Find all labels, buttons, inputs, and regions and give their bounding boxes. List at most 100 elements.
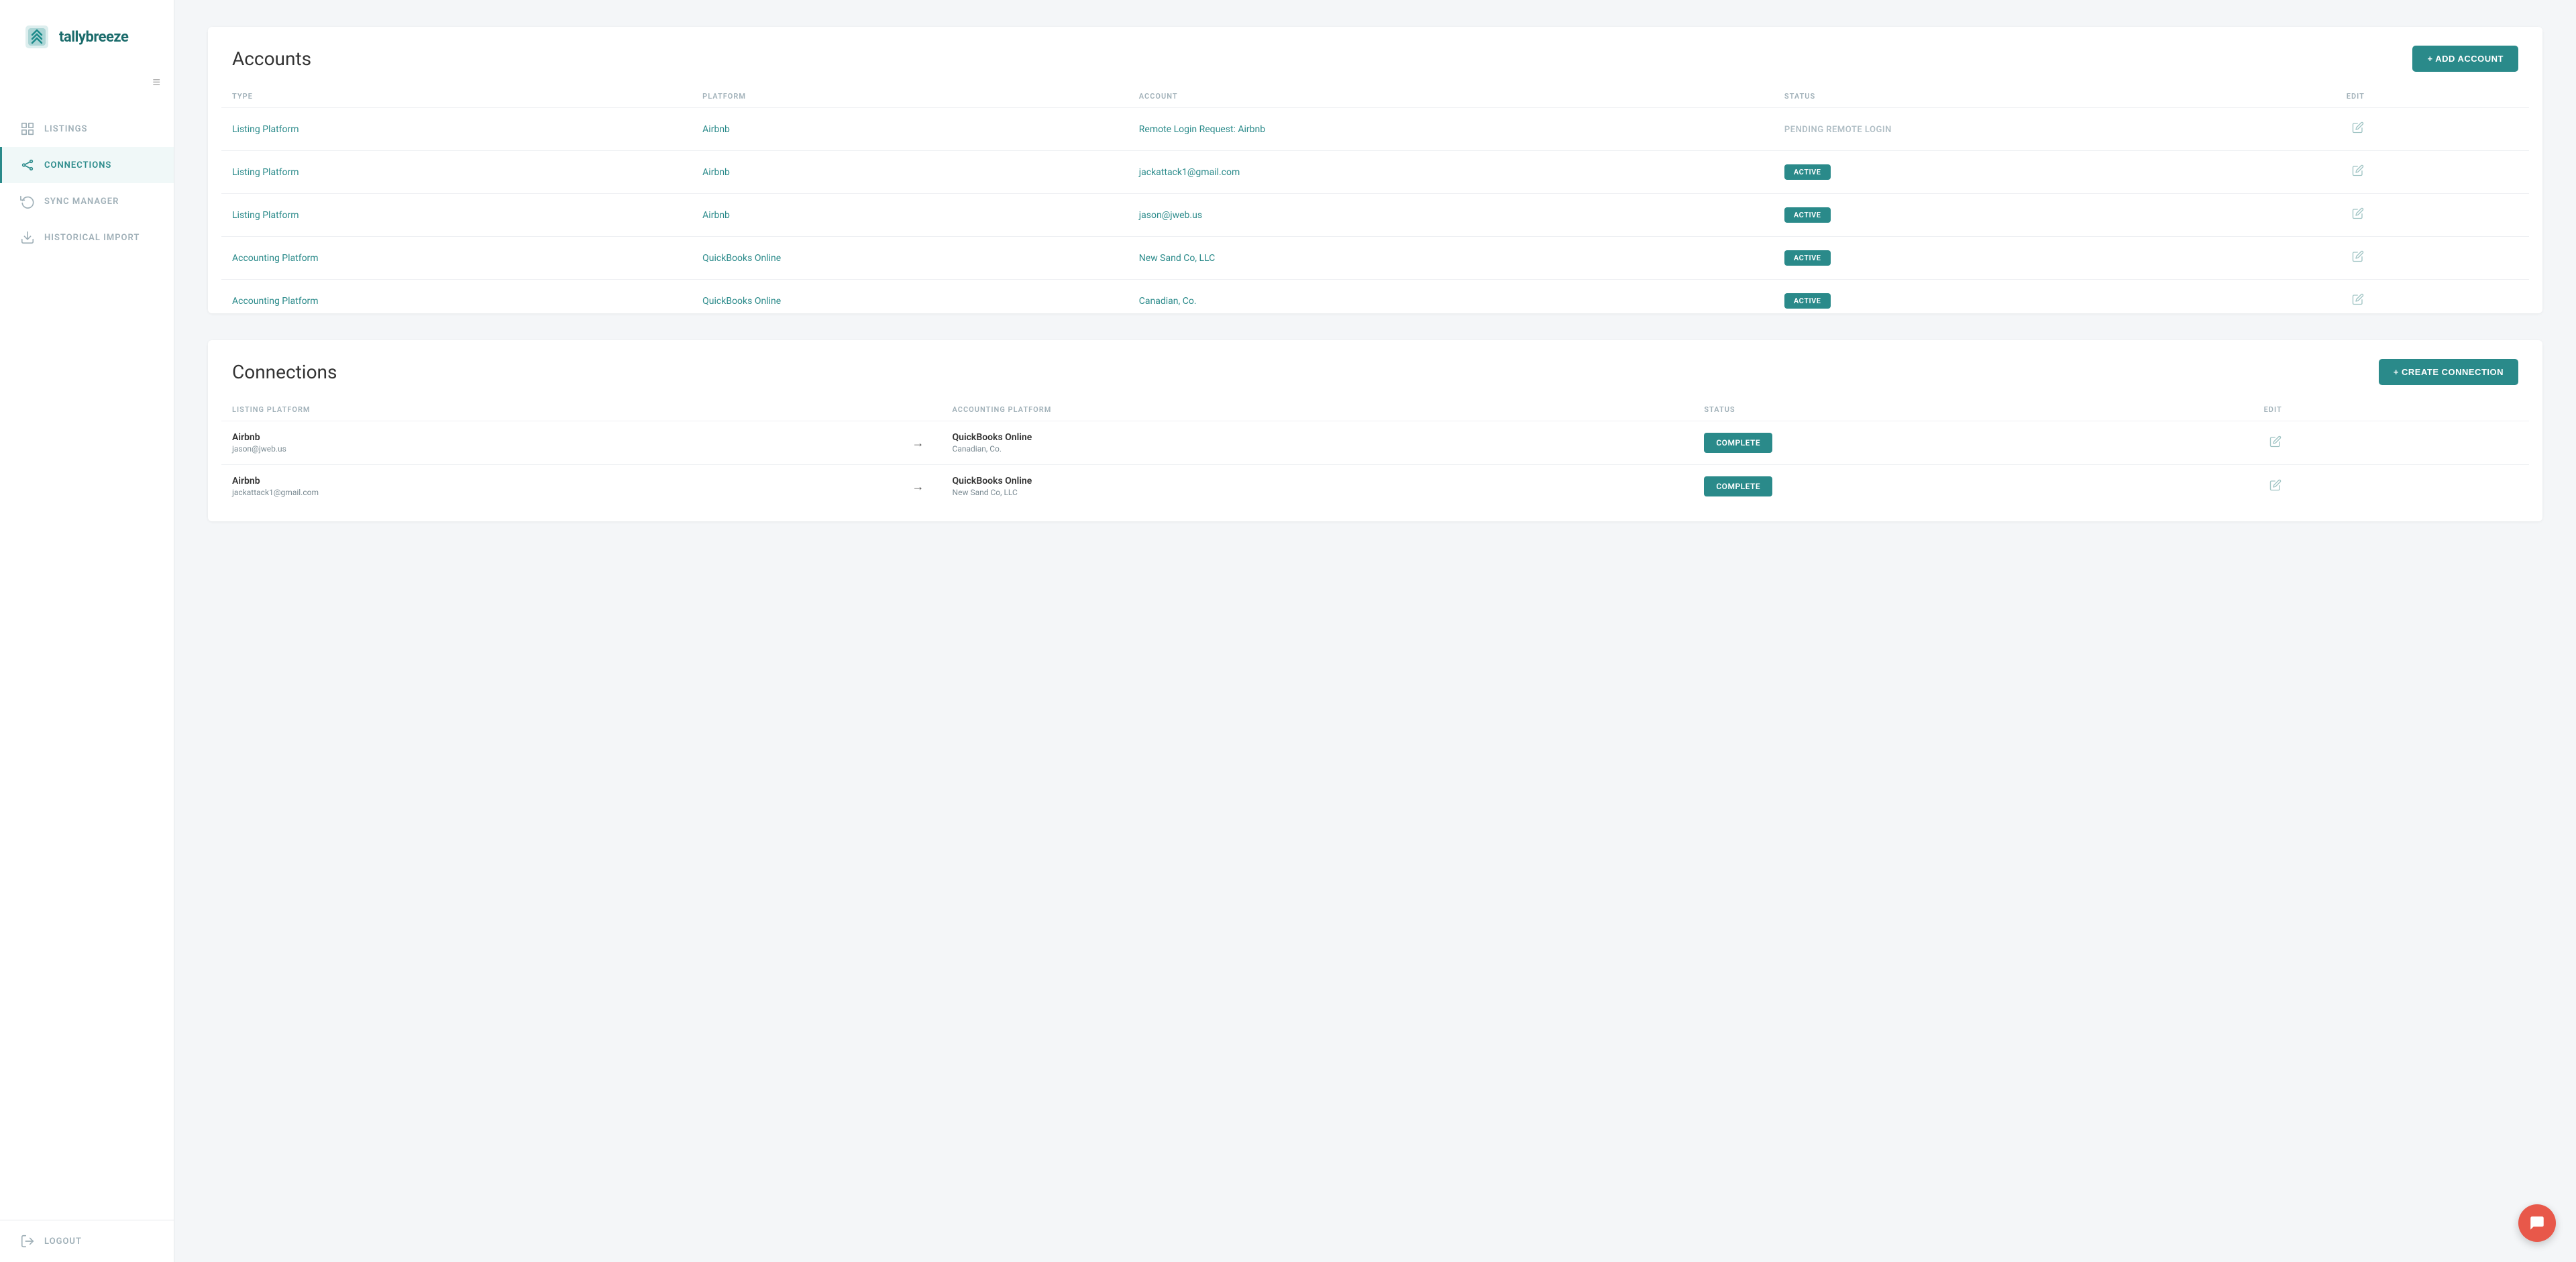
connections-table-body: Airbnb jason@jweb.us → QuickBooks Online… [221, 421, 2529, 509]
accounts-table-head: TYPE PLATFORM ACCOUNT STATUS EDIT [221, 85, 2529, 108]
hamburger-menu[interactable]: ≡ [0, 67, 174, 104]
connections-table: LISTING PLATFORM ACCOUNTING PLATFORM STA… [221, 399, 2529, 508]
arrow-cell: → [895, 421, 942, 465]
edit-account-button[interactable] [2347, 248, 2369, 268]
accounts-table-body: Listing Platform Airbnb Remote Login Req… [221, 108, 2529, 314]
conn-accounting: QuickBooks Online Canadian, Co. [942, 421, 1694, 465]
row-account: Remote Login Request: Airbnb [1128, 108, 1774, 151]
conn-listing: Airbnb jackattack1@gmail.com [221, 465, 895, 509]
sidebar: tallybreeze ≡ LISTINGS CONNECTIONS SYNC … [0, 0, 174, 1262]
logo-icon [20, 20, 54, 54]
listing-sub: jason@jweb.us [232, 444, 884, 454]
col-status: STATUS [1774, 85, 2336, 108]
conn-status: COMPLETE [1693, 421, 2253, 465]
edit-account-button[interactable] [2347, 162, 2369, 182]
table-row: Accounting Platform QuickBooks Online Ne… [221, 237, 2529, 280]
col-edit: EDIT [2336, 85, 2529, 108]
sidebar-item-label-sync: SYNC MANAGER [44, 197, 119, 207]
accounts-section: Accounts + ADD ACCOUNT TYPE PLATFORM ACC… [208, 27, 2542, 313]
create-connection-button[interactable]: + CREATE CONNECTION [2379, 359, 2518, 385]
table-row: Listing Platform Airbnb jackattack1@gmai… [221, 151, 2529, 194]
row-account: Canadian, Co. [1128, 280, 1774, 314]
chat-bubble-button[interactable] [2518, 1204, 2556, 1242]
accounts-table: TYPE PLATFORM ACCOUNT STATUS EDIT Listin… [221, 85, 2529, 313]
row-type: Listing Platform [221, 108, 692, 151]
col-account: ACCOUNT [1128, 85, 1774, 108]
listing-sub: jackattack1@gmail.com [232, 488, 884, 497]
import-icon [20, 230, 35, 245]
col-listing-platform: LISTING PLATFORM [221, 399, 895, 421]
edit-account-button[interactable] [2347, 119, 2369, 140]
connections-table-container: LISTING PLATFORM ACCOUNTING PLATFORM STA… [208, 399, 2542, 521]
row-platform: Airbnb [692, 108, 1128, 151]
logo-text: tallybreeze [59, 29, 128, 46]
table-row: Airbnb jackattack1@gmail.com → QuickBook… [221, 465, 2529, 509]
row-edit [2336, 108, 2529, 151]
edit-connection-button[interactable] [2264, 476, 2287, 497]
edit-connection-button[interactable] [2264, 433, 2287, 454]
chat-icon [2528, 1214, 2546, 1232]
row-status: ACTIVE [1774, 237, 2336, 280]
table-row: Listing Platform Airbnb jason@jweb.us AC… [221, 194, 2529, 237]
accounts-header: Accounts + ADD ACCOUNT [208, 27, 2542, 85]
pencil-icon [2352, 293, 2364, 305]
sync-icon [20, 194, 35, 209]
row-edit [2336, 194, 2529, 237]
row-type: Accounting Platform [221, 280, 692, 314]
pencil-icon [2352, 164, 2364, 176]
row-platform: QuickBooks Online [692, 237, 1128, 280]
row-edit [2336, 280, 2529, 314]
listing-name: Airbnb [232, 432, 884, 443]
conn-edit [2253, 421, 2529, 465]
table-row: Airbnb jason@jweb.us → QuickBooks Online… [221, 421, 2529, 465]
connections-section: Connections + CREATE CONNECTION LISTING … [208, 340, 2542, 521]
logout-label: Logout [44, 1237, 82, 1247]
row-type: Listing Platform [221, 194, 692, 237]
pencil-icon [2352, 250, 2364, 262]
sidebar-footer: Logout [0, 1220, 174, 1262]
sidebar-item-sync-manager[interactable]: SYNC MANAGER [0, 183, 174, 219]
accounts-table-container: TYPE PLATFORM ACCOUNT STATUS EDIT Listin… [208, 85, 2542, 313]
row-edit [2336, 237, 2529, 280]
row-type: Listing Platform [221, 151, 692, 194]
col-status: STATUS [1693, 399, 2253, 421]
pencil-icon [2269, 479, 2282, 491]
row-edit [2336, 151, 2529, 194]
logo-container: tallybreeze [0, 0, 174, 67]
edit-account-button[interactable] [2347, 291, 2369, 311]
arrow-cell: → [895, 465, 942, 509]
accounting-name: QuickBooks Online [953, 476, 1683, 486]
accounts-title: Accounts [232, 48, 311, 70]
conn-listing: Airbnb jason@jweb.us [221, 421, 895, 465]
sidebar-nav: LISTINGS CONNECTIONS SYNC MANAGER HISTOR… [0, 104, 174, 1220]
col-edit: EDIT [2253, 399, 2529, 421]
pencil-icon [2269, 435, 2282, 448]
edit-account-button[interactable] [2347, 205, 2369, 225]
conn-accounting: QuickBooks Online New Sand Co, LLC [942, 465, 1694, 509]
add-account-button[interactable]: + ADD ACCOUNT [2412, 46, 2518, 72]
listing-name: Airbnb [232, 476, 884, 486]
col-arrow [895, 399, 942, 421]
row-status: ACTIVE [1774, 151, 2336, 194]
sidebar-item-historical-import[interactable]: HISTORICAL IMPORT [0, 219, 174, 256]
row-account: New Sand Co, LLC [1128, 237, 1774, 280]
pencil-icon [2352, 121, 2364, 134]
row-status: PENDING REMOTE LOGIN [1774, 108, 2336, 151]
row-platform: QuickBooks Online [692, 280, 1128, 314]
logout-icon [20, 1234, 35, 1249]
listings-icon [20, 121, 35, 136]
connections-table-head: LISTING PLATFORM ACCOUNTING PLATFORM STA… [221, 399, 2529, 421]
connections-icon [20, 158, 35, 172]
accounting-name: QuickBooks Online [953, 432, 1683, 443]
sidebar-item-connections[interactable]: CONNECTIONS [0, 147, 174, 183]
sidebar-item-listings[interactable]: LISTINGS [0, 111, 174, 147]
sidebar-item-label-connections: CONNECTIONS [44, 160, 111, 170]
connections-header: Connections + CREATE CONNECTION [208, 340, 2542, 399]
logout-button[interactable]: Logout [20, 1234, 154, 1249]
conn-edit [2253, 465, 2529, 509]
row-status: ACTIVE [1774, 280, 2336, 314]
main-content: Accounts + ADD ACCOUNT TYPE PLATFORM ACC… [174, 0, 2576, 1262]
connections-title: Connections [232, 361, 337, 383]
row-platform: Airbnb [692, 151, 1128, 194]
conn-status: COMPLETE [1693, 465, 2253, 509]
